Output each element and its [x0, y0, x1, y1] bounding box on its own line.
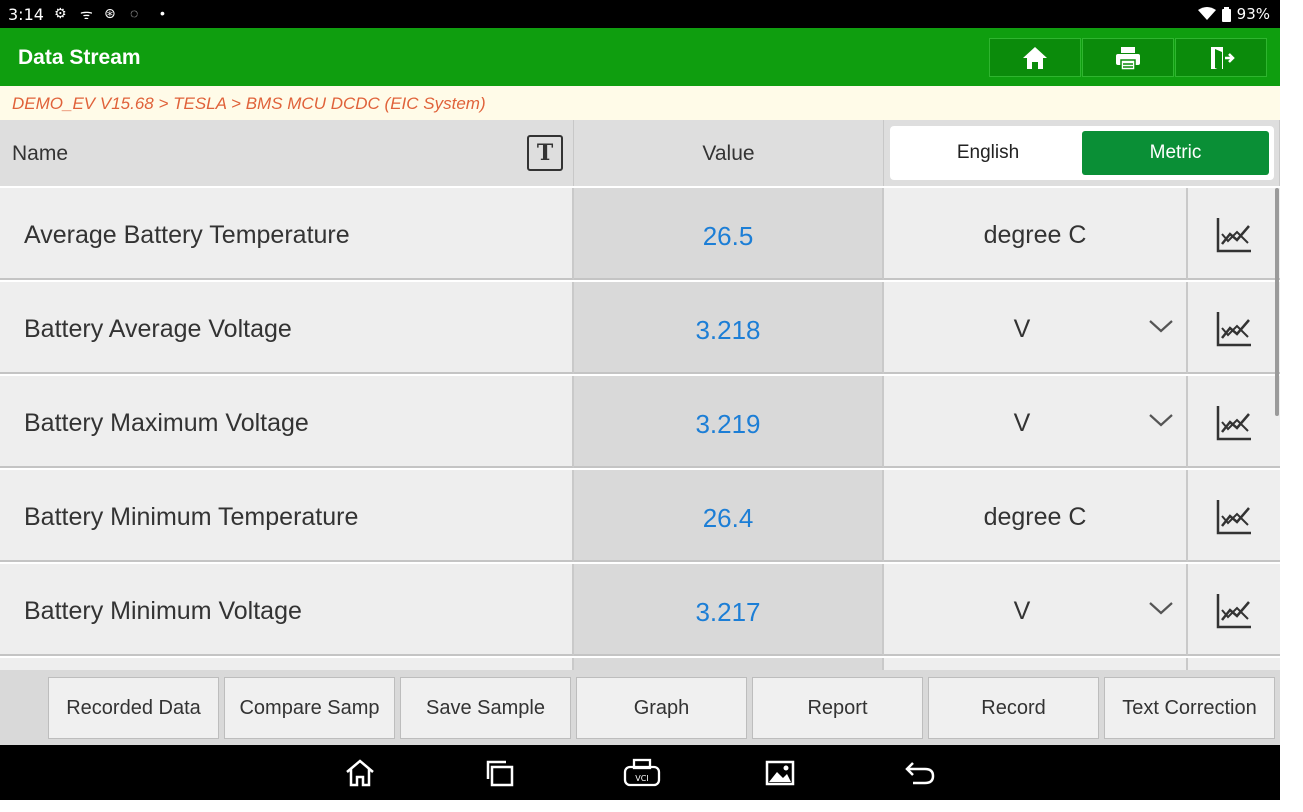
battery-icon	[1221, 6, 1231, 22]
row-value-cell: 26.5	[574, 188, 884, 280]
home-button[interactable]	[989, 38, 1081, 77]
system-nav-bar: VCI	[0, 745, 1280, 800]
battery-level: 93%	[1236, 5, 1270, 23]
report-button[interactable]: Report	[752, 677, 923, 739]
line-chart-icon	[1216, 500, 1251, 535]
row-value-cell: 26.4	[574, 470, 884, 562]
parameter-name: Battery Average Voltage	[24, 315, 292, 343]
exit-button[interactable]	[1175, 38, 1267, 77]
data-stream-row[interactable]: Battery Minimum Voltage 3.217 V	[0, 564, 1280, 658]
data-stream-row[interactable]: Battery Minimum Temperature 26.4 degree C	[0, 470, 1280, 564]
status-time: 3:14	[8, 5, 44, 24]
parameter-name: Battery Minimum Temperature	[24, 503, 359, 531]
list-scrollbar[interactable]	[1275, 188, 1279, 416]
graph-button[interactable]: Graph	[576, 677, 747, 739]
row-unit-cell[interactable]: V	[884, 564, 1188, 656]
compare-sample-button[interactable]: Compare Samp	[224, 677, 395, 739]
exit-icon	[1211, 46, 1235, 71]
parameter-unit: V	[1013, 597, 1031, 625]
row-name-cell: Battery Minimum Voltage	[0, 564, 574, 656]
print-button[interactable]	[1082, 38, 1174, 77]
page-title: Data Stream	[18, 46, 141, 69]
row-value-cell: 3.219	[574, 376, 884, 468]
row-name-cell: Battery Maximum Voltage	[0, 376, 574, 468]
row-unit-cell[interactable]: V	[884, 282, 1188, 374]
name-column-header: Name T	[0, 120, 574, 186]
parameter-value: 3.218	[695, 315, 761, 345]
title-bar: Data Stream	[0, 28, 1280, 86]
status-right: 93%	[1197, 5, 1270, 23]
parameter-name: Battery Minimum Voltage	[24, 597, 302, 625]
parameter-unit: degree C	[983, 503, 1087, 531]
print-icon	[1116, 46, 1140, 71]
line-chart-icon	[1216, 312, 1251, 347]
name-header-label: Name	[12, 142, 69, 165]
text-format-icon: T	[536, 140, 554, 166]
more-notifications-icon: •	[160, 5, 165, 21]
parameter-name: Average Battery Temperature	[24, 221, 350, 249]
value-header-label: Value	[702, 142, 755, 165]
data-stream-row[interactable]: Average Battery Temperature 26.5 degree C	[0, 188, 1280, 282]
row-graph-button[interactable]	[1188, 470, 1280, 562]
partial-row	[0, 658, 1280, 670]
row-unit-cell[interactable]: V	[884, 376, 1188, 468]
row-name-cell: Average Battery Temperature	[0, 188, 574, 280]
save-sample-button[interactable]: Save Sample	[400, 677, 571, 739]
row-name-cell: Battery Minimum Temperature	[0, 470, 574, 562]
home-icon	[1023, 46, 1047, 69]
recorded-data-button[interactable]: Recorded Data	[48, 677, 219, 739]
unit-dropdown-chevron-icon[interactable]	[1148, 412, 1174, 428]
row-unit-cell: degree C	[884, 470, 1188, 562]
line-chart-icon	[1216, 594, 1251, 629]
unit-column-header: English Metric	[884, 120, 1280, 186]
parameter-value: 26.5	[702, 221, 754, 251]
data-stream-row[interactable]: Battery Maximum Voltage 3.219 V	[0, 376, 1280, 470]
unit-system-toggle: English Metric	[890, 126, 1274, 180]
svg-text:VCI: VCI	[635, 774, 648, 783]
diagnostic-status-icon: ᯤ	[80, 6, 93, 22]
row-graph-button[interactable]	[1188, 282, 1280, 374]
parameter-value: 26.4	[702, 503, 754, 533]
nav-recent-apps-icon[interactable]	[484, 757, 518, 789]
nav-screenshot-icon[interactable]	[763, 757, 797, 789]
parameter-unit: V	[1013, 315, 1031, 343]
english-units-option[interactable]: English	[894, 131, 1082, 175]
line-chart-icon	[1216, 218, 1251, 253]
settings-status-icon: ⚙	[54, 5, 67, 21]
message-status-icon: ◌	[130, 5, 139, 21]
parameter-unit: degree C	[983, 221, 1087, 249]
parameter-unit: V	[1013, 409, 1031, 437]
text-format-button[interactable]: T	[527, 135, 563, 171]
row-graph-button[interactable]	[1188, 564, 1280, 656]
nav-back-icon[interactable]	[903, 757, 937, 789]
bluetooth-status-icon: ⊛	[104, 5, 116, 21]
row-graph-button[interactable]	[1188, 376, 1280, 468]
wifi-icon	[1197, 7, 1216, 20]
line-chart-icon	[1216, 406, 1251, 441]
row-graph-button[interactable]	[1188, 188, 1280, 280]
status-bar: 3:14 ⚙ ᯤ ⊛ ◌ • 93%	[0, 0, 1280, 28]
parameter-value: 3.217	[695, 597, 761, 627]
nav-home-icon[interactable]	[343, 757, 377, 789]
unit-dropdown-chevron-icon[interactable]	[1148, 600, 1174, 616]
record-button[interactable]: Record	[928, 677, 1099, 739]
row-unit-cell: degree C	[884, 188, 1188, 280]
metric-units-option[interactable]: Metric	[1082, 131, 1269, 175]
nav-vci-icon[interactable]: VCI	[622, 757, 662, 789]
row-value-cell: 3.217	[574, 564, 884, 656]
unit-dropdown-chevron-icon[interactable]	[1148, 318, 1174, 334]
action-bar: Recorded Data Compare Samp Save Sample G…	[0, 670, 1280, 745]
parameter-value: 3.219	[695, 409, 761, 439]
parameter-name: Battery Maximum Voltage	[24, 409, 309, 437]
row-name-cell: Battery Average Voltage	[0, 282, 574, 374]
row-value-cell: 3.218	[574, 282, 884, 374]
data-stream-row[interactable]: Battery Average Voltage 3.218 V	[0, 282, 1280, 376]
value-column-header: Value	[574, 120, 884, 186]
text-correction-button[interactable]: Text Correction	[1104, 677, 1275, 739]
breadcrumb: DEMO_EV V15.68 > TESLA > BMS MCU DCDC (E…	[0, 86, 1280, 120]
